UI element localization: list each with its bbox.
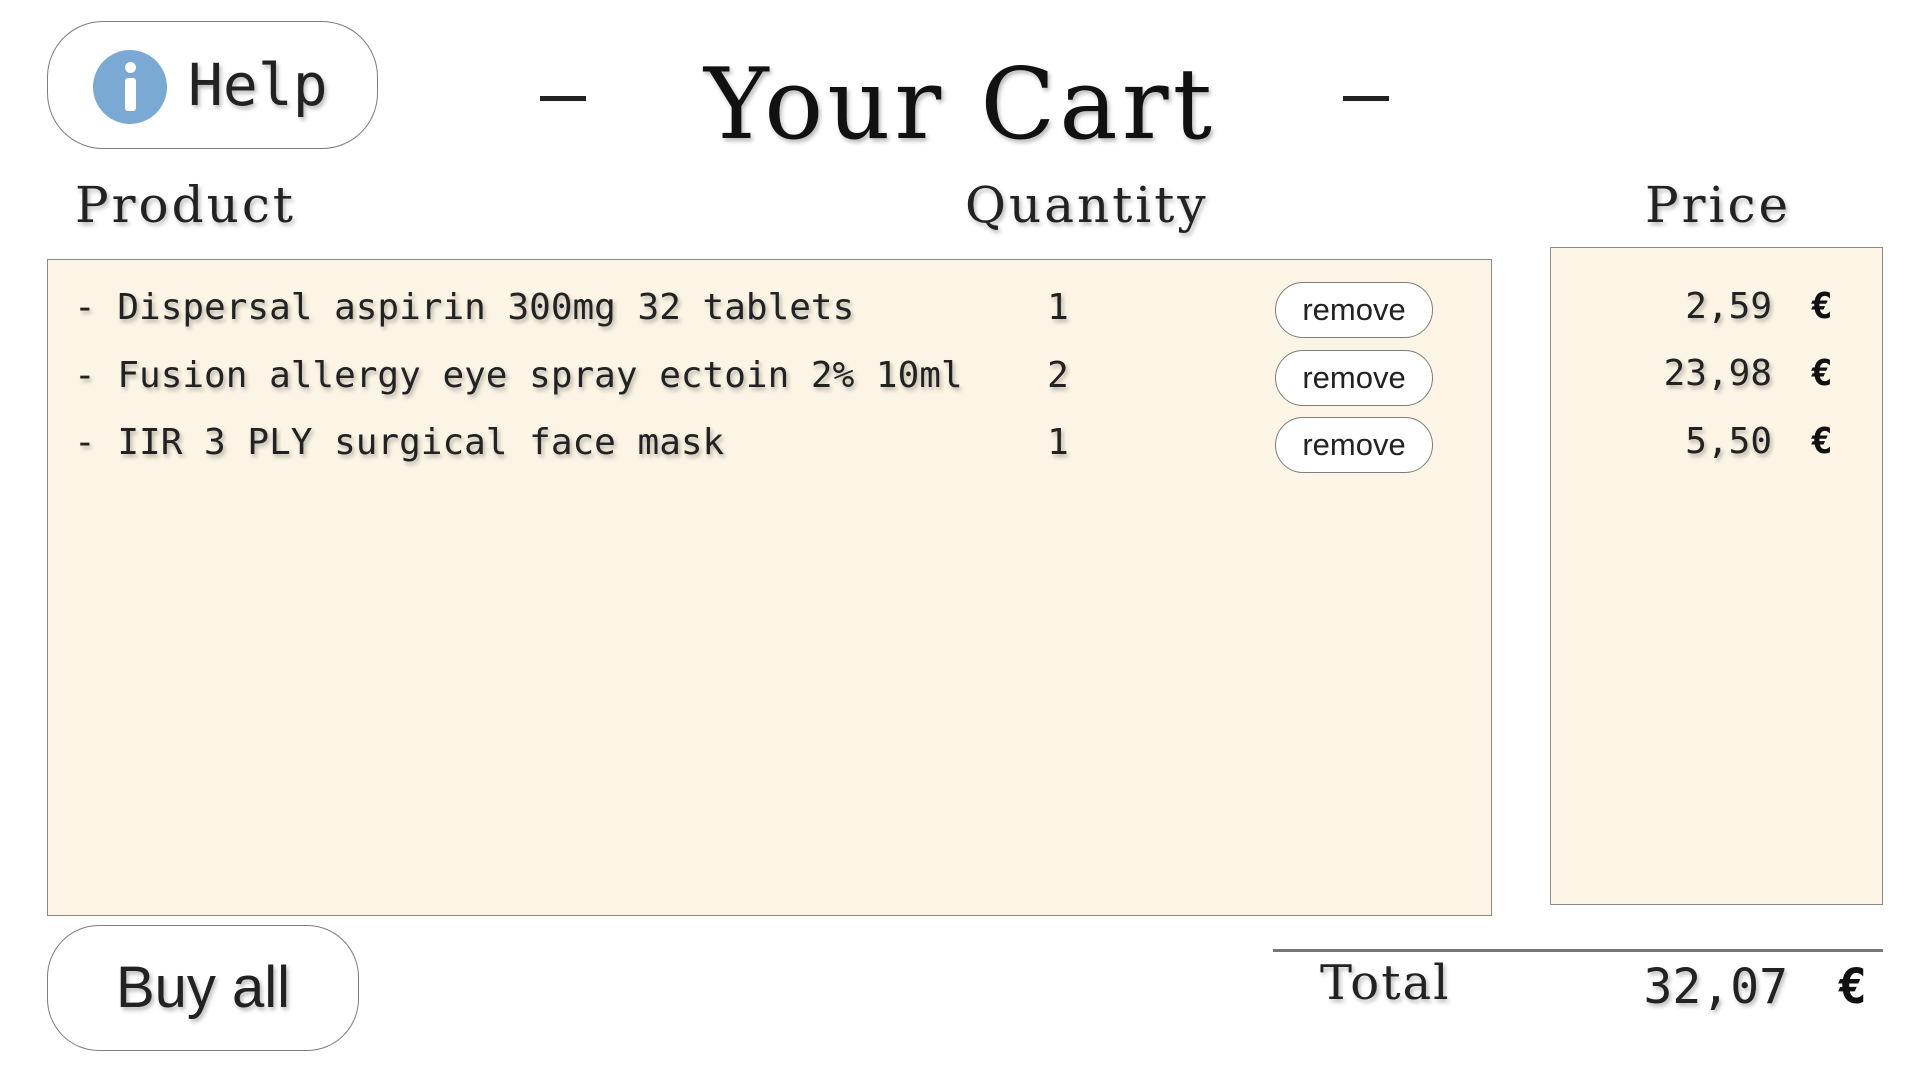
price-row: 5,50 €	[1551, 417, 1882, 467]
currency-symbol: €	[1811, 421, 1833, 462]
price-column-header: Price	[1645, 176, 1792, 234]
item-name: - Fusion allergy eye spray ectoin 2% 10m…	[74, 355, 963, 396]
help-button[interactable]: Help	[47, 21, 378, 149]
item-price: 2,59	[1685, 286, 1772, 327]
help-label: Help	[188, 51, 328, 119]
currency-symbol: €	[1811, 353, 1833, 394]
price-row: 2,59 €	[1551, 282, 1882, 332]
item-quantity: 1	[1047, 287, 1069, 328]
item-price: 23,98	[1663, 353, 1772, 394]
buy-all-button[interactable]: Buy all	[47, 925, 359, 1051]
item-name: - Dispersal aspirin 300mg 32 tablets	[74, 287, 855, 328]
cart-items-list[interactable]: - Dispersal aspirin 300mg 32 tablets 1 r…	[47, 259, 1492, 916]
price-row: 23,98 €	[1551, 349, 1882, 399]
title-dash-left	[540, 96, 586, 101]
item-quantity: 1	[1047, 422, 1069, 463]
title-dash-right	[1343, 96, 1389, 101]
price-list: 2,59 € 23,98 € 5,50 €	[1550, 247, 1883, 905]
total-currency-symbol: €	[1838, 959, 1867, 1015]
page-title: Your Cart	[704, 48, 1216, 162]
total-value: 32,07	[1643, 959, 1789, 1015]
item-quantity: 2	[1047, 355, 1069, 396]
remove-button[interactable]: remove	[1275, 282, 1433, 338]
remove-button[interactable]: remove	[1275, 350, 1433, 406]
cart-row: - Dispersal aspirin 300mg 32 tablets 1 r…	[48, 282, 1491, 344]
info-icon	[93, 50, 167, 124]
cart-row: - Fusion allergy eye spray ectoin 2% 10m…	[48, 350, 1491, 412]
currency-symbol: €	[1811, 286, 1833, 327]
remove-button[interactable]: remove	[1275, 417, 1433, 473]
cart-screen: Help Your Cart Product Quantity Price - …	[0, 0, 1920, 1080]
cart-row: - IIR 3 PLY surgical face mask 1 remove	[48, 417, 1491, 479]
total-label: Total	[1320, 955, 1451, 1011]
item-name: - IIR 3 PLY surgical face mask	[74, 422, 725, 463]
item-price: 5,50	[1685, 421, 1772, 462]
product-column-header: Product	[75, 176, 296, 234]
quantity-column-header: Quantity	[965, 176, 1209, 234]
